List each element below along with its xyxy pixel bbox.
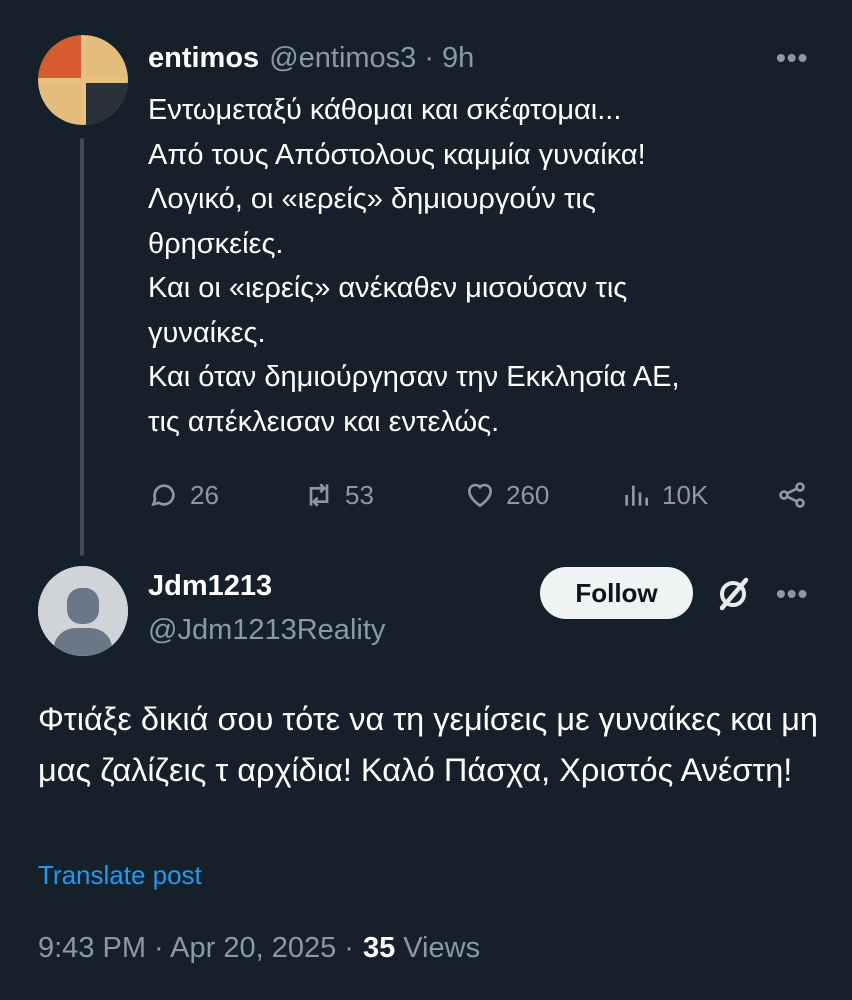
parent-avatar[interactable] [38, 35, 128, 125]
reply-timestamp[interactable]: 9:43 PM · Apr 20, 2025 · [38, 932, 354, 965]
heart-icon [467, 483, 493, 508]
repost-count: 53 [345, 479, 374, 510]
share-icon [779, 482, 805, 508]
reply-more-icon[interactable]: ••• [776, 578, 808, 610]
parent-author-handle[interactable]: @entimos3 [269, 42, 416, 75]
mondrian-avatar-icon [38, 35, 128, 125]
grok-icon[interactable] [713, 574, 753, 614]
default-avatar-icon [38, 566, 128, 656]
share-button[interactable] [776, 470, 818, 520]
reply-views-label: Views [403, 932, 481, 964]
follow-button[interactable]: Follow [540, 567, 693, 619]
reply-views-count: 35 [362, 932, 396, 964]
like-count: 260 [506, 479, 550, 510]
reply-button[interactable]: 26 [148, 470, 219, 520]
reply-meta: 9:43 PM · Apr 20, 2025 · 35 Views [38, 932, 480, 965]
reply-avatar[interactable] [38, 566, 128, 656]
reply-tweet-text: Φτιάξε δικιά σου τότε να τη γεμίσεις με … [38, 701, 818, 788]
parent-author-name[interactable]: entimos [148, 42, 259, 75]
reply-icon [151, 484, 175, 507]
like-button[interactable]: 260 [464, 470, 549, 520]
thread-line [80, 138, 84, 556]
views-count: 10K [662, 479, 709, 510]
repost-icon [309, 483, 329, 507]
parent-time[interactable]: 9h [442, 42, 474, 75]
parent-more-icon[interactable]: ••• [776, 42, 808, 74]
reply-author-name[interactable]: Jdm1213 [148, 570, 272, 603]
translate-link[interactable]: Translate post [38, 860, 202, 891]
reply-author-handle[interactable]: @Jdm1213Reality [148, 614, 385, 647]
repost-button[interactable]: 53 [303, 470, 374, 520]
views-button[interactable]: 10K [620, 470, 708, 520]
parent-tweet-text: Εντωμεταξύ κάθομαι και σκέφτομαι... Από … [148, 94, 680, 438]
bar-chart-icon [625, 485, 648, 506]
parent-header: entimos @entimos3 · 9h [148, 38, 474, 78]
reply-count: 26 [190, 479, 219, 510]
parent-action-bar: 26 53 260 10K [148, 470, 828, 520]
separator-dot: · [424, 41, 434, 74]
